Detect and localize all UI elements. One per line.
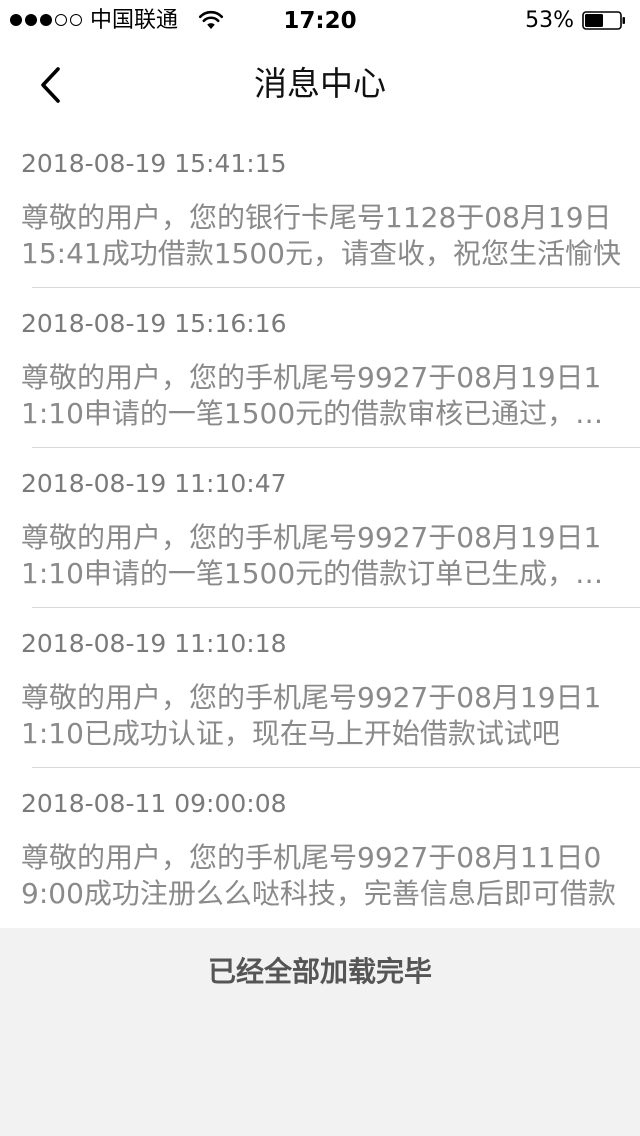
message-content: 尊敬的用户，您的手机尾号9927于08月19日11:10申请的一笔1500元的借… bbox=[21, 521, 604, 590]
message-center-page: 中国联通 17:20 53% 消息中心 2018-08-19 15:41:15 … bbox=[0, 0, 640, 1136]
battery-fill bbox=[585, 14, 603, 27]
load-complete-text: 已经全部加载完毕 bbox=[207, 955, 432, 988]
message-item[interactable]: 2018-08-19 15:41:15 尊敬的用户，您的银行卡尾号1128于08… bbox=[0, 128, 640, 288]
message-content: 尊敬的用户，您的银行卡尾号1128于08月19日15:41成功借款1500元，请… bbox=[21, 201, 621, 270]
message-list: 2018-08-19 15:41:15 尊敬的用户，您的银行卡尾号1128于08… bbox=[0, 128, 640, 928]
message-time: 2018-08-19 11:10:47 bbox=[21, 469, 287, 498]
message-item[interactable]: 2018-08-11 09:00:08 尊敬的用户，您的手机尾号9927于08月… bbox=[0, 768, 640, 928]
message-item[interactable]: 2018-08-19 15:16:16 尊敬的用户，您的手机尾号9927于08月… bbox=[0, 288, 640, 448]
message-time: 2018-08-11 09:00:08 bbox=[21, 789, 287, 818]
message-time: 2018-08-19 15:41:15 bbox=[21, 149, 287, 178]
message-time: 2018-08-19 11:10:18 bbox=[21, 629, 287, 658]
battery-percentage: 53% bbox=[525, 8, 574, 33]
status-bar: 中国联通 17:20 53% bbox=[0, 0, 640, 40]
message-item[interactable]: 2018-08-19 11:10:18 尊敬的用户，您的手机尾号9927于08月… bbox=[0, 608, 640, 768]
page-title: 消息中心 bbox=[254, 64, 386, 103]
message-content: 尊敬的用户，您的手机尾号9927于08月11日09:00成功注册么么哒科技，完善… bbox=[21, 841, 616, 910]
battery-icon bbox=[582, 11, 625, 30]
message-content: 尊敬的用户，您的手机尾号9927于08月19日11:10申请的一笔1500元的借… bbox=[21, 361, 604, 430]
message-content: 尊敬的用户，您的手机尾号9927于08月19日11:10已成功认证，现在马上开始… bbox=[21, 681, 602, 750]
message-time: 2018-08-19 15:16:16 bbox=[21, 309, 287, 338]
message-item[interactable]: 2018-08-19 11:10:47 尊敬的用户，您的手机尾号9927于08月… bbox=[0, 448, 640, 608]
navigation-bar: 消息中心 bbox=[0, 40, 640, 128]
